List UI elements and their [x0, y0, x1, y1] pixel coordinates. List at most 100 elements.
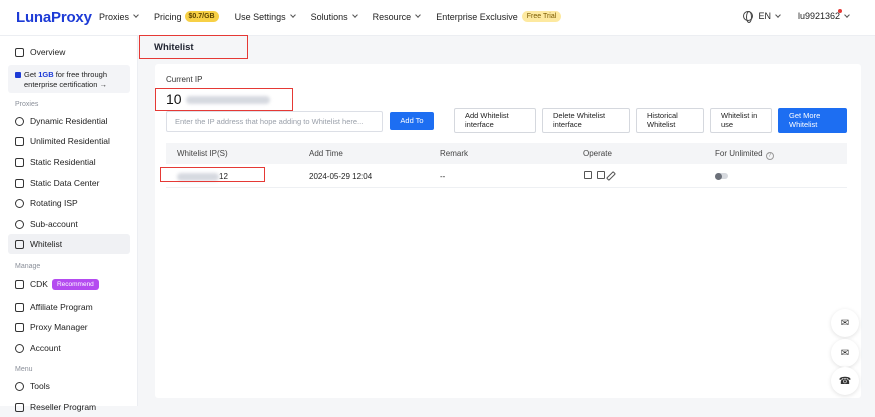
chevron-down-icon	[775, 11, 781, 18]
sidebar-item-reseller-program[interactable]: Reseller Program	[8, 397, 130, 417]
rotate-icon	[15, 198, 24, 208]
sidebar-item-tools[interactable]: Tools	[8, 376, 130, 396]
logo[interactable]: LunaProxy	[16, 9, 92, 26]
recommend-badge: Recommend	[51, 278, 99, 290]
add-to-button[interactable]: Add To	[390, 112, 434, 130]
sidebar-item-static-data-center[interactable]: Static Data Center	[8, 173, 130, 193]
sidebar: Overview Get 1GB for free through enterp…	[0, 36, 138, 412]
get-more-whitelist-button[interactable]: Get More Whitelist	[778, 108, 847, 133]
nav-use-settings-label: Use Settings	[234, 11, 286, 22]
delete-whitelist-interface-button[interactable]: Delete Whitelist interface	[542, 108, 630, 133]
sidebar-item-label: Affiliate Program	[30, 302, 93, 312]
price-badge: $0.7/GB	[184, 11, 219, 22]
sidebar-item-label: Overview	[30, 47, 66, 57]
column-header-label: For Unlimited	[715, 149, 763, 158]
sidebar-item-proxy-manager[interactable]: Proxy Manager	[8, 317, 130, 337]
gift-icon	[15, 72, 21, 78]
sidebar-item-affiliate-program[interactable]: Affiliate Program	[8, 297, 130, 317]
add-whitelist-interface-button[interactable]: Add Whitelist interface	[454, 108, 536, 133]
sidebar-item-label: Proxy Manager	[30, 322, 88, 332]
sidebar-item-cdk[interactable]: CDK Recommend	[8, 274, 130, 294]
current-ip-value: 10	[166, 91, 270, 107]
section-label-menu: Menu	[15, 366, 33, 373]
username: lu9921362	[797, 11, 840, 21]
sidebar-item-label: CDK	[30, 279, 48, 289]
ticket-icon	[15, 279, 24, 289]
sidebar-item-sub-account[interactable]: Sub-account	[8, 214, 130, 234]
nav-proxies[interactable]: Proxies	[99, 12, 139, 22]
trash-icon[interactable]	[597, 171, 605, 179]
sidebar-item-label: Reseller Program	[30, 402, 97, 412]
top-navbar: LunaProxy Proxies Pricing $0.7/GB Use Set…	[0, 0, 875, 36]
tools-icon	[15, 381, 24, 391]
for-unlimited-toggle[interactable]	[715, 172, 728, 180]
sidebar-item-label: Tools	[30, 381, 50, 391]
globe-icon[interactable]	[743, 11, 754, 23]
whitelist-in-use-button[interactable]: Whitelist in use	[710, 108, 772, 133]
sidebar-item-rotating-isp[interactable]: Rotating ISP	[8, 193, 130, 213]
table-header: Whitelist IP(S) Add Time Remark Operate …	[166, 143, 847, 164]
chevron-down-icon	[415, 12, 422, 18]
nav-resource-label: Resource	[372, 11, 412, 22]
bell-icon[interactable]: ✉	[831, 309, 859, 337]
section-label-proxies: Proxies	[15, 101, 39, 108]
sidebar-item-label: Whitelist	[30, 239, 63, 249]
edit-icon[interactable]	[606, 171, 616, 181]
mail-icon[interactable]: ✉	[831, 339, 859, 367]
sidebar-item-static-residential[interactable]: Static Residential	[8, 152, 130, 172]
checklist-icon	[15, 239, 24, 249]
redacted-ip	[185, 96, 270, 105]
user-icon	[15, 219, 24, 229]
grid-icon	[15, 47, 24, 57]
table-row: 12 2024-05-29 12:04 --	[166, 164, 847, 188]
help-icon[interactable]: ?	[765, 152, 774, 160]
share-icon	[15, 302, 24, 312]
current-ip-prefix: 10	[166, 91, 182, 107]
sidebar-item-label: Dynamic Residential	[30, 116, 108, 126]
apps-icon	[15, 322, 24, 332]
store-icon	[15, 402, 24, 412]
top-right-controls: EN lu9921362	[743, 9, 850, 23]
nav-use-settings[interactable]: Use Settings	[234, 11, 296, 22]
sidebar-item-label: Static Data Center	[30, 178, 100, 188]
chevron-down-icon	[351, 12, 358, 18]
add-time-cell: 2024-05-29 12:04	[309, 172, 373, 181]
promo-text: for free through	[55, 70, 107, 79]
sidebar-item-unlimited-residential[interactable]: Unlimited Residential	[8, 131, 130, 151]
ip-input[interactable]: Enter the IP address that hope adding to…	[166, 111, 383, 132]
promo-link[interactable]: enterprise certification →	[15, 80, 107, 89]
account-icon	[15, 343, 24, 353]
nav-enterprise-label: Enterprise Exclusive	[436, 11, 518, 22]
column-header-for-unlimited: For Unlimited?	[715, 149, 774, 160]
column-header: Add Time	[309, 149, 343, 158]
sidebar-item-whitelist[interactable]: Whitelist	[8, 234, 130, 254]
remark-cell: --	[440, 172, 446, 181]
server-icon	[15, 178, 24, 188]
infinity-icon	[15, 136, 24, 146]
nav-resource[interactable]: Resource	[372, 11, 422, 22]
free-trial-badge: Free Trial	[521, 11, 562, 22]
promo-banner[interactable]: Get 1GB for free through enterprise cert…	[8, 65, 130, 93]
main-nav: Proxies Pricing $0.7/GB Use Settings Solu…	[99, 11, 577, 22]
column-header: Operate	[583, 149, 612, 158]
lock-icon[interactable]	[584, 171, 592, 179]
historical-whitelist-button[interactable]: Historical Whitelist	[636, 108, 704, 133]
chevron-down-icon	[289, 12, 296, 18]
column-header: Whitelist IP(S)	[177, 149, 228, 158]
nav-enterprise[interactable]: Enterprise Exclusive Free Trial	[436, 11, 562, 22]
sidebar-item-label: Static Residential	[30, 157, 96, 167]
sidebar-item-account[interactable]: Account	[8, 338, 130, 358]
nav-solutions[interactable]: Solutions	[310, 11, 358, 22]
sidebar-item-label: Rotating ISP	[30, 198, 78, 208]
nav-pricing[interactable]: Pricing $0.7/GB	[154, 11, 219, 22]
sidebar-item-label: Sub-account	[30, 219, 78, 229]
notification-dot	[838, 9, 842, 13]
nav-solutions-label: Solutions	[310, 11, 348, 22]
page-title: Whitelist	[139, 35, 248, 59]
sidebar-item-label: Account	[30, 343, 61, 353]
sidebar-item-overview[interactable]: Overview	[8, 42, 130, 62]
language-selector[interactable]: EN	[758, 11, 771, 21]
headset-icon[interactable]: ☎	[831, 367, 859, 395]
sidebar-item-dynamic-residential[interactable]: Dynamic Residential	[8, 111, 130, 131]
user-menu[interactable]: lu9921362	[797, 9, 842, 21]
